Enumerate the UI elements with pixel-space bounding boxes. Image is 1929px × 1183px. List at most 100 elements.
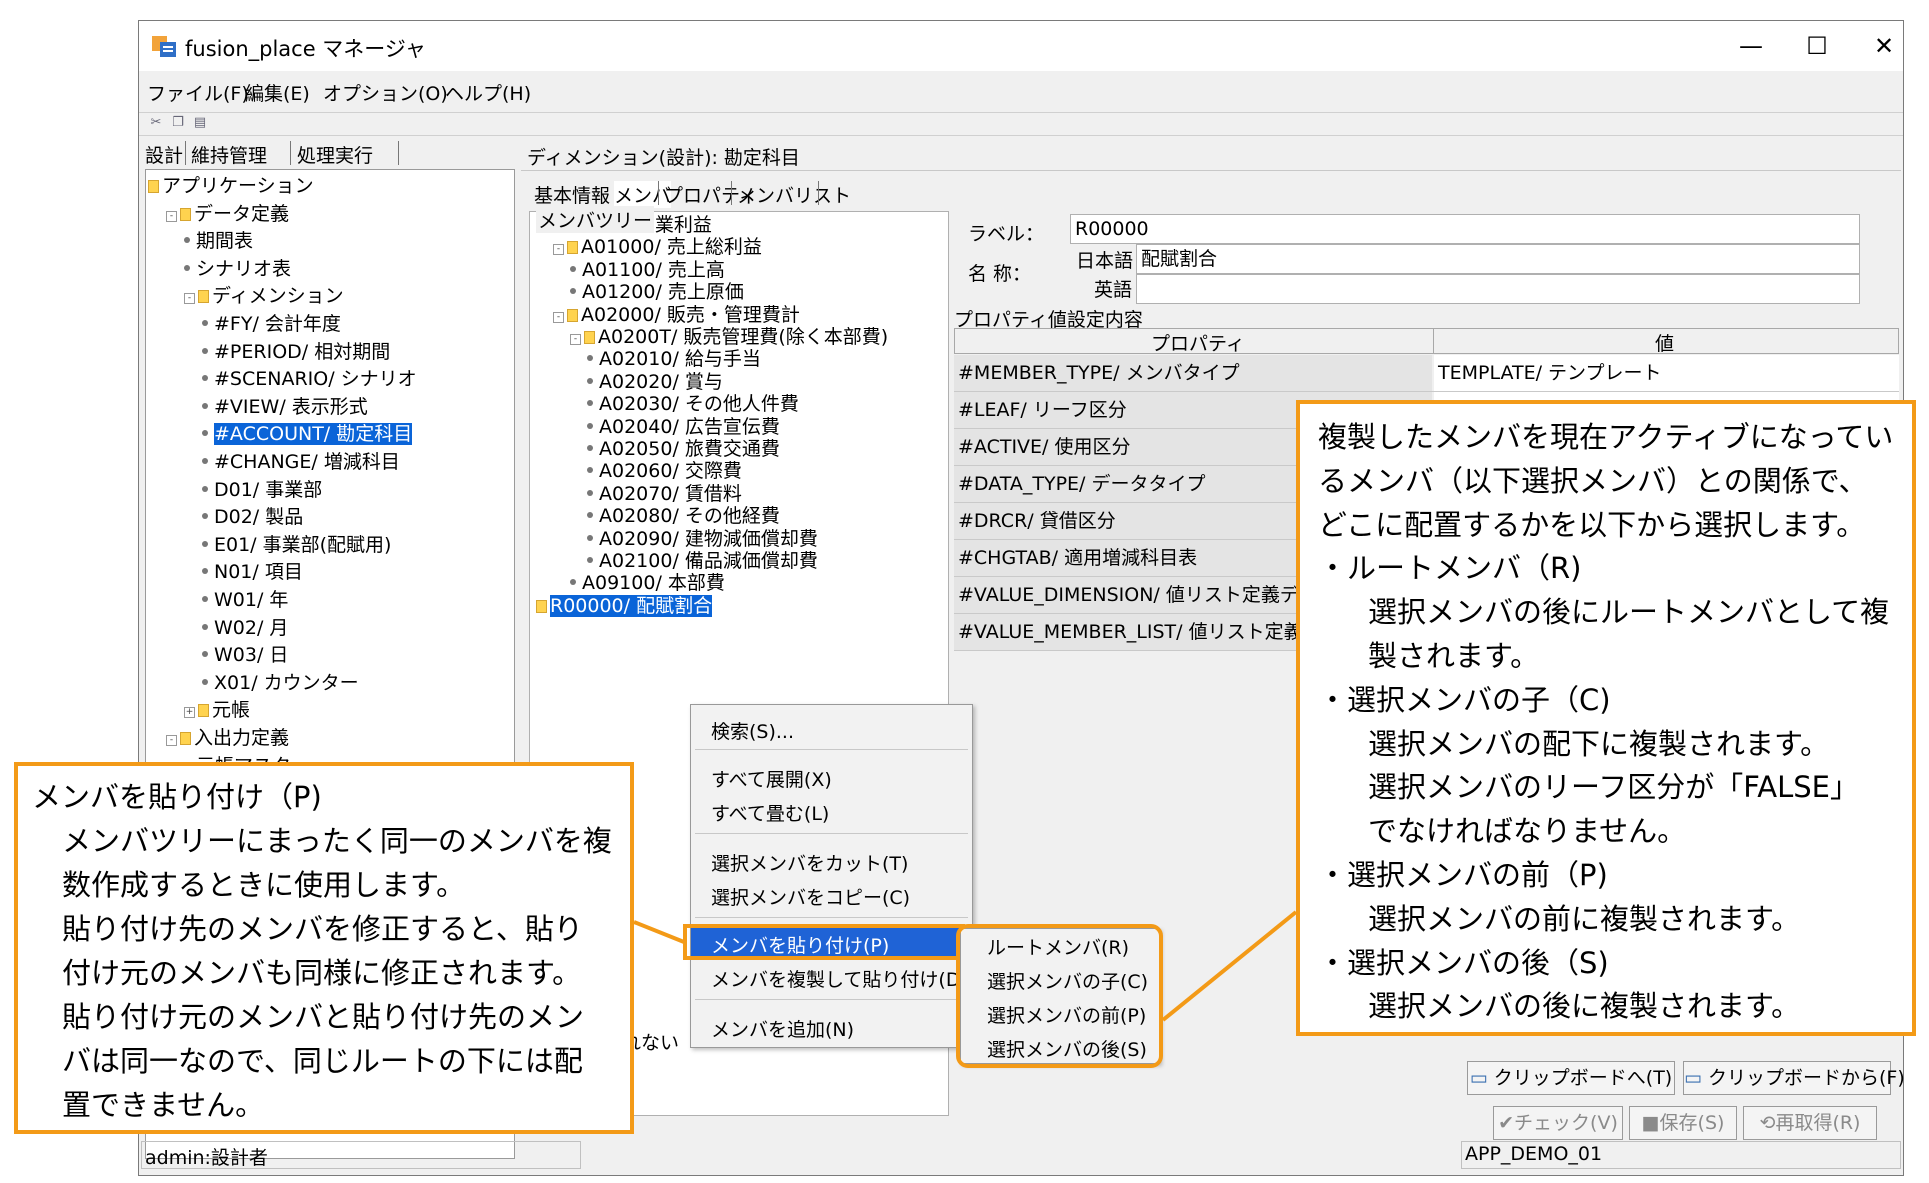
tree-item[interactable]: #SCENARIO/ シナリオ [202, 367, 417, 391]
cut-icon[interactable]: ✂ [147, 115, 165, 133]
leaf-icon [587, 377, 593, 384]
tree-item[interactable]: W03/ 日 [202, 643, 288, 667]
tree-item[interactable]: + 元帳 [184, 698, 250, 722]
dimension-title: ディメンション(設計): 勘定科目 [527, 147, 800, 169]
tree-item[interactable]: W02/ 月 [202, 616, 288, 640]
tree-item[interactable]: D01/ 事業部 [202, 478, 322, 502]
tree-item[interactable]: #ACCOUNT/ 勘定科目 [202, 422, 413, 446]
en-name-input[interactable] [1136, 274, 1860, 304]
member-tree-item[interactable]: A02010/ 給与手当 [587, 347, 761, 371]
menu-add-member[interactable]: メンバを追加(N) [711, 1015, 854, 1042]
tree-item[interactable]: #PERIOD/ 相対期間 [202, 340, 390, 364]
tree-item[interactable]: シナリオ表 [184, 257, 291, 281]
folder-icon [180, 732, 191, 745]
member-tree-item[interactable]: A02020/ 賞与 [587, 370, 723, 394]
menu-cut-member[interactable]: 選択メンバをカット(T) [711, 849, 908, 876]
member-tree-item[interactable]: - A02000/ 販売・管理費計 [553, 303, 800, 327]
callout-right-line: でなければなりません。 [1368, 814, 1687, 849]
member-tree-item[interactable]: A09100/ 本部費 [570, 571, 725, 595]
menu-expand-all[interactable]: すべて展開(X) [711, 765, 832, 792]
leaf-icon [202, 430, 208, 437]
tree-item[interactable]: E01/ 事業部(配賦用) [202, 533, 391, 557]
menu-file[interactable]: ファイル(F) [147, 79, 249, 106]
collapse-icon[interactable]: - [184, 293, 195, 305]
tab-maintenance[interactable]: 維持管理 [191, 141, 267, 168]
member-tree-item[interactable]: - A0200T/ 販売管理費(除く本部費) [570, 325, 888, 349]
collapse-icon[interactable]: - [166, 210, 177, 222]
duplicate-explanation-callout: 複製したメンバを現在アクティブになってい るメンバ（以下選択メンバ）との関係で、ど… [1296, 400, 1916, 1036]
expand-icon[interactable]: + [184, 707, 195, 719]
member-tree-item[interactable]: A02030/ その他人件費 [587, 392, 799, 416]
tree-item-label: #PERIOD/ 相対期間 [214, 340, 391, 363]
menu-options[interactable]: オプション(O) [323, 79, 448, 106]
menu-copy-member[interactable]: 選択メンバをコピー(C) [711, 883, 910, 910]
menu-search[interactable]: 検索(S)... [711, 717, 794, 744]
member-tree-item[interactable]: A01100/ 売上高 [570, 258, 725, 282]
tree-item[interactable]: アプリケーション [148, 174, 314, 198]
leaf-icon [587, 534, 593, 541]
menu-help[interactable]: ヘルプ(H) [445, 79, 531, 106]
tree-item[interactable]: D02/ 製品 [202, 505, 303, 529]
ja-name-input[interactable]: 配賦割合 [1136, 244, 1860, 274]
tree-item[interactable]: #FY/ 会計年度 [202, 312, 341, 336]
label-input[interactable]: R00000 [1070, 214, 1860, 244]
menu-collapse-all[interactable]: すべて畳む(L) [711, 799, 829, 826]
member-tree-item[interactable]: A02040/ 広告宣伝費 [587, 415, 780, 439]
leaf-icon [587, 512, 593, 519]
to-clipboard-button[interactable]: ▭ クリップボードへ(T) [1467, 1061, 1675, 1095]
reload-button[interactable]: ⟲再取得(R) [1743, 1106, 1877, 1140]
tree-item-label: 入出力定義 [194, 727, 290, 749]
member-tree-item[interactable]: A01200/ 売上原価 [570, 280, 744, 304]
dimension-header: ディメンション(設計): 勘定科目 [521, 141, 1901, 171]
callout-right-line: ・ルートメンバ（R) [1318, 551, 1582, 586]
property-grid-header: プロパティ 値 [954, 328, 1899, 355]
tab-members[interactable]: メンバ [614, 181, 672, 208]
collapse-icon[interactable]: - [553, 311, 564, 323]
tree-item[interactable]: - データ定義 [166, 202, 289, 226]
tab-execution[interactable]: 処理実行 [297, 141, 373, 168]
callout-left-line: バは同一なので、同じルートの下には配 [62, 1044, 583, 1078]
member-tree-item[interactable]: A02050/ 旅費交通費 [587, 437, 780, 461]
tree-item[interactable]: 期間表 [184, 229, 253, 253]
callout-left-line: メンバを貼り付け（P) [32, 780, 322, 814]
window-title: fusion_place マネージャ [185, 37, 426, 61]
member-tree-item[interactable]: - A01000/ 売上総利益 [553, 235, 762, 259]
member-tree-item[interactable]: A02070/ 賃借料 [587, 482, 742, 506]
member-tree-item[interactable]: A02060/ 交際費 [587, 459, 742, 483]
tree-item[interactable]: W01/ 年 [202, 588, 288, 612]
property-row[interactable]: #MEMBER_TYPE/ メンバタイプ TEMPLATE/ テンプレート [954, 355, 1899, 392]
minimize-button[interactable]: — [1726, 29, 1776, 63]
property-value[interactable]: TEMPLATE/ テンプレート [1434, 355, 1899, 391]
tree-item[interactable]: - ディメンション [184, 284, 344, 308]
tree-item[interactable]: - 入出力定義 [166, 726, 289, 750]
save-button[interactable]: ■保存(S) [1629, 1106, 1737, 1140]
tab-basic-info[interactable]: 基本情報 [534, 181, 610, 208]
maximize-button[interactable]: ☐ [1792, 29, 1842, 63]
tree-item[interactable]: #CHANGE/ 増減科目 [202, 450, 400, 474]
member-tree-item[interactable]: R00000/ 配賦割合 [536, 594, 713, 618]
check-button[interactable]: ✔チェック(V) [1493, 1106, 1623, 1140]
menu-edit[interactable]: 編集(E) [245, 79, 310, 106]
tree-item[interactable]: X01/ カウンター [202, 671, 359, 695]
from-clipboard-button[interactable]: ▭ クリップボードから(F) [1683, 1061, 1905, 1095]
context-menu: 検索(S)... すべて展開(X) すべて畳む(L) 選択メンバをカット(T) … [690, 704, 973, 1048]
status-app: APP_DEMO_01 [1465, 1143, 1603, 1165]
menu-paste-duplicate[interactable]: メンバを複製して貼り付け(D) [711, 965, 968, 992]
collapse-icon[interactable]: - [553, 244, 564, 256]
leaf-icon [202, 485, 208, 492]
member-label: R00000/ 配賦割合 [550, 594, 713, 617]
close-button[interactable]: ✕ [1859, 29, 1909, 63]
tab-design[interactable]: 設計 [145, 141, 183, 168]
collapse-icon[interactable]: - [166, 735, 177, 746]
column-value: 値 [1655, 333, 1675, 355]
tab-member-list[interactable]: メンバリスト [737, 181, 851, 208]
copy-icon[interactable]: ❐ [169, 115, 187, 133]
collapse-icon[interactable]: - [570, 334, 581, 345]
member-tree-item[interactable]: A02100/ 備品減価償却費 [587, 549, 818, 573]
member-tree-item[interactable]: A02090/ 建物減価償却費 [587, 527, 818, 551]
paste-icon[interactable]: ▤ [191, 115, 209, 133]
callout-left-line: 貼り付け先のメンバを修正すると、貼り [62, 912, 583, 946]
tree-item[interactable]: N01/ 項目 [202, 560, 303, 584]
tree-item[interactable]: #VIEW/ 表示形式 [202, 395, 368, 419]
member-tree-item[interactable]: A02080/ その他経費 [587, 504, 780, 528]
